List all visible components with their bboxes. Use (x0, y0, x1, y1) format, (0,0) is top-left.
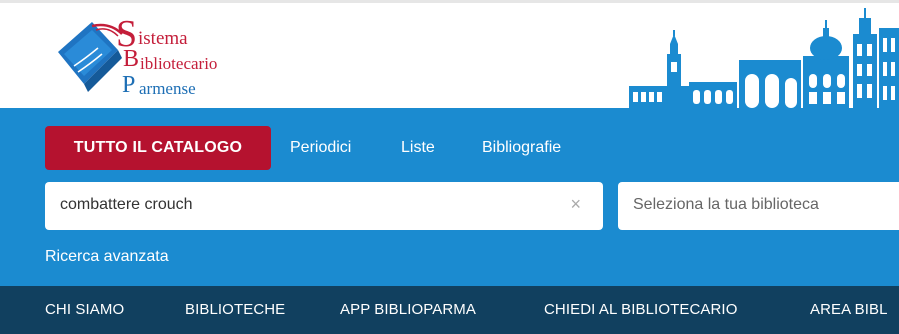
logo-initial-b: B (123, 46, 140, 72)
library-select[interactable]: Seleziona la tua biblioteca (618, 182, 899, 230)
library-select-placeholder: Seleziona la tua biblioteca (633, 196, 819, 213)
tab-liste[interactable]: Liste (401, 126, 435, 170)
tab-periodici[interactable]: Periodici (290, 126, 351, 170)
logo-word-armense: armense (139, 79, 196, 98)
tab-bibliografie[interactable]: Bibliografie (482, 126, 561, 170)
main-nav: CHI SIAMO BIBLIOTECHE APP BIBLIOPARMA CH… (0, 286, 899, 334)
search-input[interactable]: combattere crouch × (45, 182, 603, 230)
advanced-search-link[interactable]: Ricerca avanzata (45, 248, 169, 266)
clear-icon[interactable]: × (570, 194, 581, 215)
nav-item-area-bibl[interactable]: AREA BIBL (810, 301, 888, 318)
logo-word-ibliotecario: ibliotecario (140, 54, 218, 73)
logo-word-istema: istema (138, 28, 188, 49)
tab-tutto-il-catalogo[interactable]: TUTTO IL CATALOGO (45, 126, 271, 170)
top-divider (0, 0, 899, 3)
nav-item-chiedi-al-bibliotecario[interactable]: CHIEDI AL BIBLIOTECARIO (544, 301, 737, 318)
nav-item-chi-siamo[interactable]: CHI SIAMO (45, 301, 124, 318)
nav-item-app-biblioparma[interactable]: APP BIBLIOPARMA (340, 301, 476, 318)
site-header: S istema B ibliotecario P armense (0, 0, 899, 108)
search-input-value: combattere crouch (60, 196, 193, 213)
logo-initial-p: P (122, 72, 136, 98)
nav-item-biblioteche[interactable]: BIBLIOTECHE (185, 301, 285, 318)
site-logo[interactable]: S istema B ibliotecario P armense (52, 8, 272, 100)
city-skyline-illustration (629, 8, 899, 108)
